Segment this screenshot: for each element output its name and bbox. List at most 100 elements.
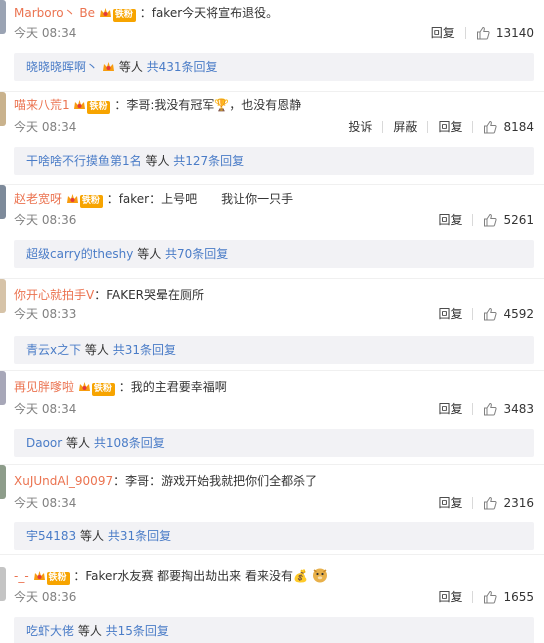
reply-count-link[interactable]: 共431条回复 bbox=[147, 60, 218, 74]
like-button[interactable]: 13140 bbox=[476, 25, 534, 41]
divider bbox=[382, 121, 384, 133]
reply-count-link[interactable]: 共108条回复 bbox=[94, 436, 165, 450]
fan-badge: 铁粉 bbox=[46, 572, 70, 585]
block-button[interactable]: 屏蔽 bbox=[393, 119, 417, 135]
thumbs-up-icon bbox=[484, 213, 498, 227]
comment-time: 今天 08:33 bbox=[14, 307, 77, 321]
thumbs-up-icon bbox=[484, 590, 498, 604]
comment-item: XuJUndAl_90097：李哥：游戏开始我就把你们全都杀了 今天 08:34… bbox=[0, 465, 544, 555]
reply-summary[interactable]: 宇54183 等人 共31条回复 bbox=[14, 522, 534, 550]
fan-badge: 铁粉 bbox=[91, 383, 115, 396]
reply-button[interactable]: 回复 bbox=[431, 25, 455, 41]
reply-button[interactable]: 回复 bbox=[438, 401, 462, 417]
reply-summary[interactable]: 超级carry的theshy 等人 共70条回复 bbox=[14, 240, 534, 268]
like-button[interactable]: 3483 bbox=[483, 401, 534, 417]
divider bbox=[472, 591, 474, 603]
reply-username[interactable]: 超级carry的theshy bbox=[26, 247, 133, 261]
reply-button[interactable]: 回复 bbox=[438, 306, 462, 322]
comment-item: -_- 铁粉 ：Faker水友赛 都要掏出劫出来 看来没有💰 今天 08:36 … bbox=[0, 555, 544, 643]
reply-button[interactable]: 回复 bbox=[438, 119, 462, 135]
reply-summary[interactable]: 晓晓晓晖啊丶 等人 共431条回复 bbox=[14, 53, 534, 81]
reply-button[interactable]: 回复 bbox=[438, 495, 462, 511]
like-button[interactable]: 4592 bbox=[483, 306, 534, 322]
avatar[interactable] bbox=[0, 92, 6, 126]
reply-button[interactable]: 回复 bbox=[438, 212, 462, 228]
reply-username[interactable]: 宇54183 bbox=[26, 529, 76, 543]
comment-username[interactable]: 你开心就拍手V bbox=[14, 288, 94, 302]
thumbs-up-icon bbox=[484, 120, 498, 134]
comment-text: ：李哥:我没有冠军🏆，也没有恩静 bbox=[114, 98, 302, 112]
avatar[interactable] bbox=[0, 279, 6, 313]
divider bbox=[472, 497, 474, 509]
reply-summary[interactable]: 青云x之下 等人 共31条回复 bbox=[14, 336, 534, 364]
crown-icon bbox=[103, 62, 115, 71]
crown-icon bbox=[78, 382, 90, 391]
comment-time: 今天 08:34 bbox=[14, 496, 77, 510]
divider bbox=[472, 121, 474, 133]
comment-text: ：李哥：游戏开始我就把你们全都杀了 bbox=[113, 474, 318, 488]
divider bbox=[472, 403, 474, 415]
reply-count-link[interactable]: 共15条回复 bbox=[106, 624, 169, 638]
reply-count-link[interactable]: 共31条回复 bbox=[113, 343, 176, 357]
avatar[interactable] bbox=[0, 0, 6, 34]
comment-time: 今天 08:34 bbox=[14, 402, 77, 416]
comment-text: ：FAKER哭晕在厕所 bbox=[94, 288, 205, 302]
reply-summary[interactable]: 吃虾大佬 等人 共15条回复 bbox=[14, 617, 534, 643]
fan-badge: 铁粉 bbox=[87, 101, 111, 114]
like-count: 3483 bbox=[503, 402, 534, 416]
crown-icon bbox=[99, 8, 111, 17]
reply-count-link[interactable]: 共31条回复 bbox=[108, 529, 171, 543]
reply-username[interactable]: 青云x之下 bbox=[26, 343, 81, 357]
like-count: 1655 bbox=[503, 590, 534, 604]
crown-icon bbox=[33, 571, 45, 580]
fan-badge: 铁粉 bbox=[79, 195, 103, 208]
avatar[interactable] bbox=[0, 567, 6, 601]
like-count: 8184 bbox=[503, 120, 534, 134]
avatar[interactable] bbox=[0, 371, 6, 405]
thumbs-up-icon bbox=[484, 496, 498, 510]
like-button[interactable]: 2316 bbox=[483, 495, 534, 511]
reply-count-link[interactable]: 共70条回复 bbox=[165, 247, 228, 261]
divider bbox=[472, 308, 474, 320]
reply-summary[interactable]: 干啥啥不行摸鱼第1名 等人 共127条回复 bbox=[14, 147, 534, 175]
like-count: 13140 bbox=[495, 26, 534, 40]
reply-username[interactable]: 干啥啥不行摸鱼第1名 bbox=[26, 154, 142, 168]
comment-time: 今天 08:34 bbox=[14, 26, 77, 40]
comment-item: 再见胖嗲啦 铁粉 ：我的主君要幸福啊 今天 08:34 回复 3483 Daoo… bbox=[0, 371, 544, 465]
comment-username[interactable]: 再见胖嗲啦 bbox=[14, 380, 74, 394]
divider bbox=[427, 121, 429, 133]
fan-badge: 铁粉 bbox=[112, 9, 136, 22]
divider bbox=[472, 214, 474, 226]
comment-item: 喵来八荒1 铁粉 ：李哥:我没有冠军🏆，也没有恩静 今天 08:34 投诉 屏蔽… bbox=[0, 92, 544, 185]
reply-summary[interactable]: Daoor 等人 共108条回复 bbox=[14, 429, 534, 457]
divider bbox=[464, 27, 466, 39]
comment-time: 今天 08:34 bbox=[14, 120, 77, 134]
like-button[interactable]: 5261 bbox=[483, 212, 534, 228]
comment-username[interactable]: XuJUndAl_90097 bbox=[14, 474, 113, 488]
report-button[interactable]: 投诉 bbox=[348, 119, 372, 135]
comment-username[interactable]: Marboro丶 Be bbox=[14, 6, 95, 20]
reply-username[interactable]: 吃虾大佬 bbox=[26, 624, 74, 638]
thumbs-up-icon bbox=[476, 26, 490, 40]
avatar[interactable] bbox=[0, 465, 6, 499]
comment-text: ：我的主君要幸福啊 bbox=[118, 380, 227, 394]
like-button[interactable]: 8184 bbox=[483, 119, 534, 135]
reply-count-link[interactable]: 共127条回复 bbox=[173, 154, 244, 168]
reply-username[interactable]: Daoor bbox=[26, 436, 62, 450]
reply-username[interactable]: 晓晓晓晖啊丶 bbox=[26, 60, 98, 74]
crown-icon bbox=[74, 100, 86, 109]
comment-text: ：Faker水友赛 都要掏出劫出来 看来没有💰 bbox=[73, 569, 308, 583]
comment-time: 今天 08:36 bbox=[14, 590, 77, 604]
comment-item: Marboro丶 Be 铁粉 ：faker今天将宣布退役。 今天 08:34 回… bbox=[0, 0, 544, 92]
thumbs-up-icon bbox=[484, 402, 498, 416]
comment-username[interactable]: 赵老宽呀 bbox=[14, 192, 62, 206]
reply-button[interactable]: 回复 bbox=[438, 589, 462, 605]
like-count: 2316 bbox=[503, 496, 534, 510]
comment-username[interactable]: 喵来八荒1 bbox=[14, 98, 70, 112]
crown-icon bbox=[66, 194, 78, 203]
like-button[interactable]: 1655 bbox=[483, 589, 534, 605]
comment-username[interactable]: -_- bbox=[14, 569, 29, 583]
doge-emoji-icon bbox=[312, 568, 327, 583]
like-count: 4592 bbox=[503, 307, 534, 321]
avatar[interactable] bbox=[0, 185, 6, 219]
